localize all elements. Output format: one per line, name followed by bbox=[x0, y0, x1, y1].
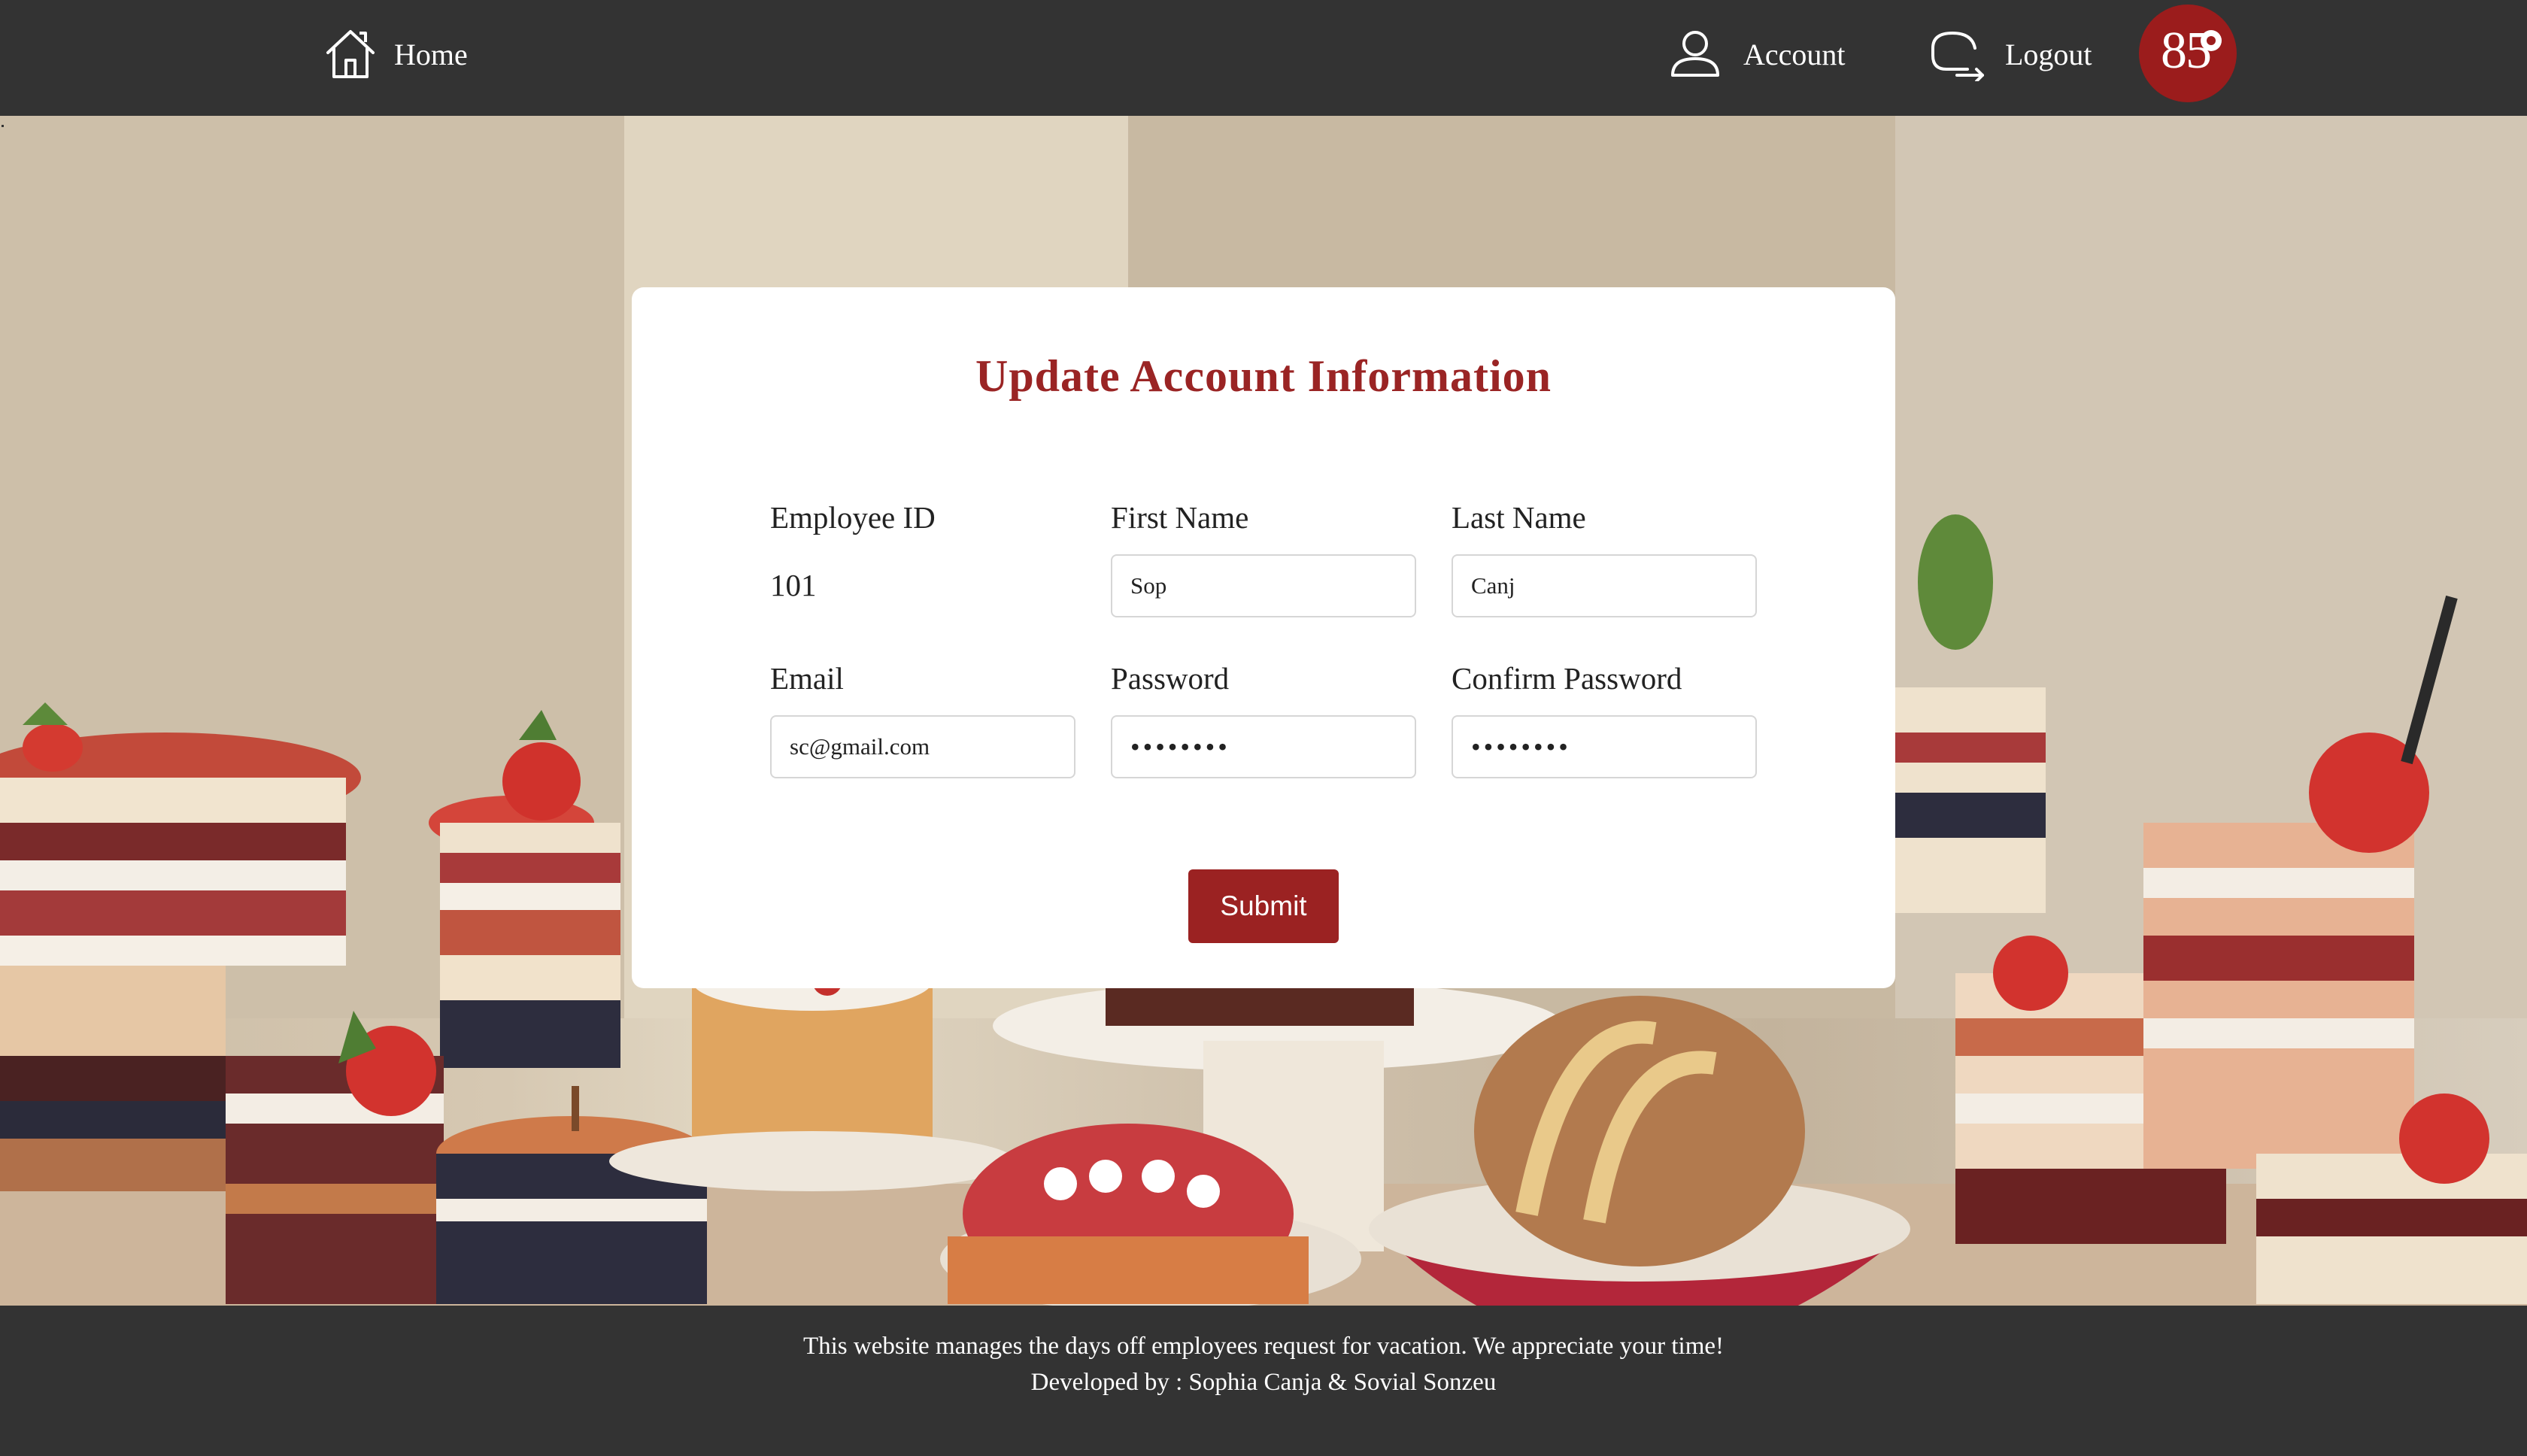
confirm-password-label: Confirm Password bbox=[1452, 661, 1682, 696]
nav-logout-label: Logout bbox=[2005, 37, 2092, 71]
footer-credits: Developed by : Sophia Canja & Sovial Son… bbox=[1030, 1369, 1497, 1396]
submit-button[interactable]: Submit bbox=[1188, 869, 1339, 943]
password-input[interactable] bbox=[1111, 715, 1416, 778]
nav-account-label: Account bbox=[1743, 37, 1846, 71]
employee-id-value: 101 bbox=[770, 568, 817, 602]
employee-id-label: Employee ID bbox=[770, 500, 936, 535]
email-label: Email bbox=[770, 661, 844, 696]
footer-description: This website manages the days off employ… bbox=[802, 1333, 1725, 1360]
logo-degree-mark bbox=[2201, 30, 2222, 51]
last-name-label: Last Name bbox=[1452, 500, 1586, 535]
confirm-password-input[interactable] bbox=[1452, 715, 1757, 778]
nav-home-link[interactable]: Home bbox=[323, 0, 468, 108]
nav-account-link[interactable]: Account bbox=[1668, 0, 1846, 108]
first-name-label: First Name bbox=[1111, 500, 1249, 535]
user-icon bbox=[1668, 27, 1722, 81]
stray-dot bbox=[2, 125, 4, 127]
last-name-input[interactable] bbox=[1452, 554, 1757, 617]
home-icon bbox=[323, 27, 378, 81]
first-name-input[interactable] bbox=[1111, 554, 1416, 617]
form-title: Update Account Information bbox=[975, 351, 1552, 401]
footer: This website manages the days off employ… bbox=[0, 1306, 2527, 1456]
email-input[interactable] bbox=[770, 715, 1075, 778]
nav-logout-link[interactable]: Logout bbox=[1928, 0, 2092, 108]
nav-home-label: Home bbox=[394, 37, 468, 71]
logout-icon bbox=[1928, 27, 1987, 81]
update-account-card: Update Account Information Employee ID 1… bbox=[632, 287, 1895, 988]
brand-logo[interactable]: 85 bbox=[2139, 5, 2237, 102]
logo-text: 85 bbox=[2161, 22, 2212, 80]
top-navbar: Home Account Logout 85 bbox=[0, 0, 2527, 116]
password-label: Password bbox=[1111, 661, 1230, 696]
